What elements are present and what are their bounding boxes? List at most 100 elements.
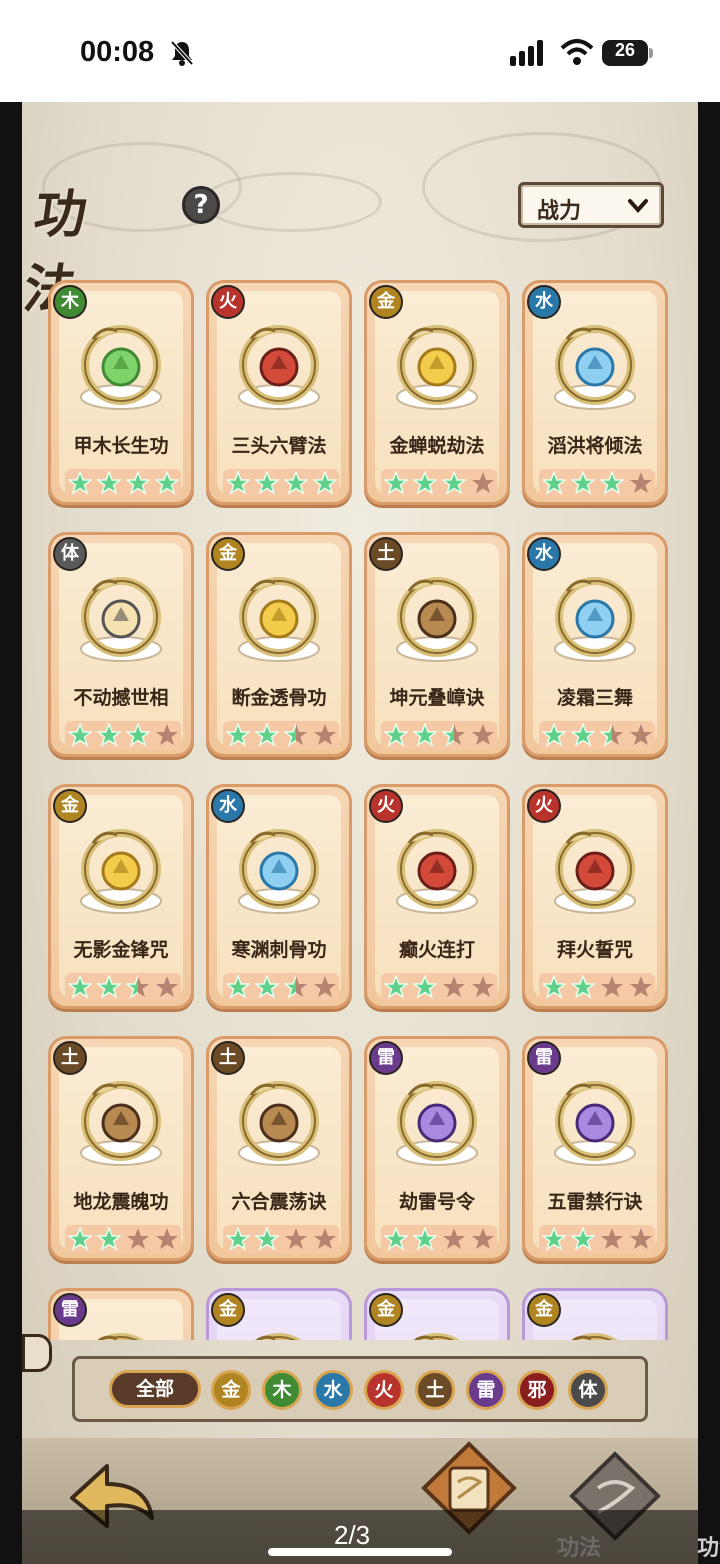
star-empty-icon <box>313 724 336 745</box>
element-badge: 金 <box>527 1293 561 1327</box>
star-rating <box>223 721 339 749</box>
skill-name: 凌霜三舞 <box>556 687 633 709</box>
skill-card[interactable]: 土地龙震魄功 <box>48 1036 194 1261</box>
skill-card[interactable]: 水凌霜三舞 <box>522 532 668 757</box>
skill-card[interactable]: 火拜火誓咒 <box>522 784 668 1009</box>
star-filled-icon <box>412 1227 437 1251</box>
skill-card[interactable]: 火癫火连打 <box>364 784 510 1009</box>
skill-card[interactable]: 水滔洪将倾法 <box>522 280 668 505</box>
side-drawer-handle[interactable] <box>22 1334 52 1372</box>
star-half-icon <box>125 975 149 999</box>
element-badge: 雷 <box>527 1041 561 1075</box>
star-empty-icon <box>600 1228 623 1249</box>
skill-card[interactable]: 火三头六臂法 <box>206 280 352 505</box>
wifi-icon <box>560 39 594 65</box>
star-rating <box>223 973 339 1001</box>
skill-name: 甲木长生功 <box>73 435 169 457</box>
skill-emblem-icon <box>255 1333 302 1340</box>
skill-name: 六合震荡诀 <box>231 1191 327 1213</box>
filter-element-button[interactable]: 土 <box>415 1370 455 1410</box>
filter-element-button[interactable]: 水 <box>313 1370 353 1410</box>
skill-emblem-icon <box>80 1081 162 1166</box>
skill-card[interactable]: 雷 <box>48 1288 194 1340</box>
sort-label: 战力 <box>537 199 582 224</box>
star-half-icon <box>441 723 465 747</box>
filter-element-button[interactable]: 火 <box>364 1370 404 1410</box>
star-filled-icon <box>412 723 437 747</box>
skill-emblem-icon <box>238 325 320 410</box>
star-filled-icon <box>254 975 279 999</box>
star-empty-icon <box>155 976 178 997</box>
skill-card[interactable]: 金断金透骨功 <box>206 532 352 757</box>
filter-element-button[interactable]: 金 <box>211 1370 251 1410</box>
element-badge: 金 <box>211 1293 245 1327</box>
skill-card[interactable]: 金 <box>206 1288 352 1340</box>
star-empty-icon <box>284 1228 307 1249</box>
skill-card[interactable]: 金 <box>364 1288 510 1340</box>
star-filled-icon <box>254 471 279 495</box>
filter-element-button[interactable]: 体 <box>568 1370 608 1410</box>
skill-card[interactable]: 雷五雷禁行诀 <box>522 1036 668 1261</box>
skill-card[interactable]: 土六合震荡诀 <box>206 1036 352 1261</box>
star-rating <box>539 1225 655 1253</box>
element-badge: 金 <box>211 537 245 571</box>
skill-emblem-icon <box>554 829 636 914</box>
skill-card[interactable]: 雷劫雷号令 <box>364 1036 510 1261</box>
star-empty-icon <box>442 976 465 997</box>
filter-element-button[interactable]: 木 <box>262 1370 302 1410</box>
star-empty-icon <box>471 472 494 493</box>
skill-emblem-icon <box>80 577 162 662</box>
page-indicator: 2/3 <box>334 1520 371 1550</box>
chevron-down-icon <box>628 199 648 214</box>
element-badge: 土 <box>211 1041 245 1075</box>
skill-card[interactable]: 水寒渊刺骨功 <box>206 784 352 1009</box>
star-filled-icon <box>541 1227 566 1251</box>
skill-card[interactable]: 金无影金锋咒 <box>48 784 194 1009</box>
skill-emblem-icon <box>413 1333 460 1340</box>
star-rating <box>65 973 181 1001</box>
sort-dropdown[interactable]: 战力 <box>518 182 664 228</box>
star-filled-icon <box>312 471 337 495</box>
star-filled-icon <box>67 723 92 747</box>
star-filled-icon <box>570 975 595 999</box>
star-filled-icon <box>96 723 121 747</box>
star-empty-icon <box>126 1228 149 1249</box>
star-filled-icon <box>441 471 466 495</box>
element-badge: 水 <box>527 285 561 319</box>
skill-card[interactable]: 金金蝉蜕劫法 <box>364 280 510 505</box>
star-empty-icon <box>629 724 652 745</box>
star-rating <box>381 1225 497 1253</box>
skill-card[interactable]: 土坤元叠嶂诀 <box>364 532 510 757</box>
star-rating <box>223 469 339 497</box>
star-empty-icon <box>442 1228 465 1249</box>
filter-element-button[interactable]: 邪 <box>517 1370 557 1410</box>
star-empty-icon <box>471 976 494 997</box>
home-indicator[interactable] <box>268 1548 452 1556</box>
skill-card[interactable]: 木甲木长生功 <box>48 280 194 505</box>
skill-name: 不动撼世相 <box>73 687 169 709</box>
element-badge: 雷 <box>53 1293 87 1327</box>
star-empty-icon <box>155 724 178 745</box>
star-filled-icon <box>254 1227 279 1251</box>
skill-emblem-icon <box>554 577 636 662</box>
star-filled-icon <box>96 975 121 999</box>
battery-icon: 26 <box>602 40 653 66</box>
star-rating <box>539 973 655 1001</box>
skill-emblem-icon <box>396 325 478 410</box>
star-filled-icon <box>541 471 566 495</box>
star-empty-icon <box>629 472 652 493</box>
element-badge: 金 <box>369 1293 403 1327</box>
element-badge: 火 <box>369 789 403 823</box>
element-badge: 水 <box>211 789 245 823</box>
skill-card[interactable]: 金 <box>522 1288 668 1340</box>
star-filled-icon <box>383 975 408 999</box>
skill-emblem-icon <box>238 577 320 662</box>
skill-card[interactable]: 体不动撼世相 <box>48 532 194 757</box>
filter-element-button[interactable]: 雷 <box>466 1370 506 1410</box>
skill-emblem-icon <box>554 1081 636 1166</box>
star-empty-icon <box>155 1228 178 1249</box>
help-button[interactable]: ? <box>182 186 220 224</box>
star-rating <box>223 1225 339 1253</box>
filter-all-button[interactable]: 全部 <box>109 1370 201 1408</box>
element-badge: 木 <box>53 285 87 319</box>
